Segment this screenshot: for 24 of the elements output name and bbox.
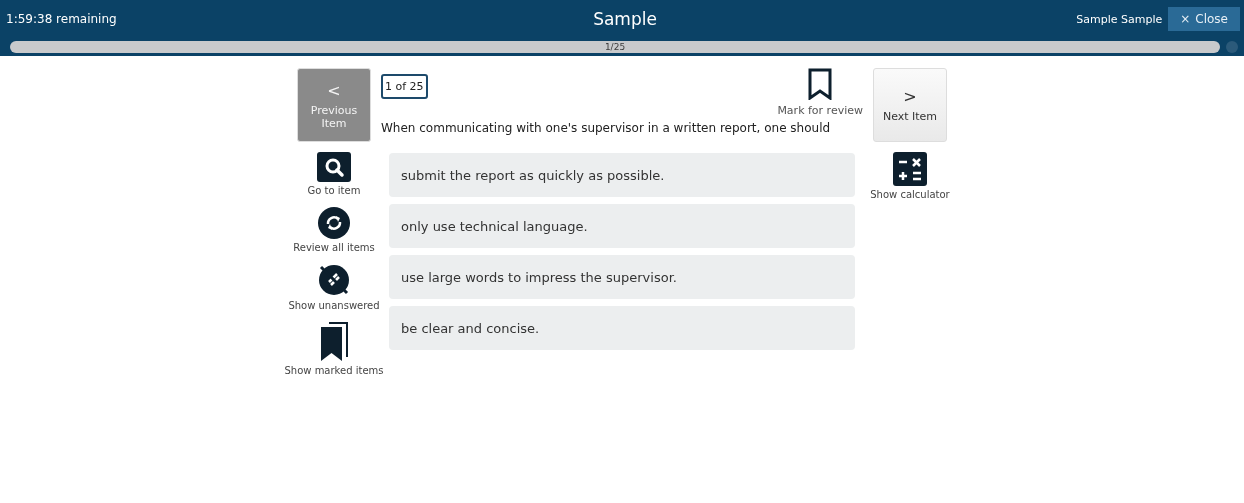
tool-button[interactable]: Review all items xyxy=(293,206,375,253)
bookmarks-icon xyxy=(319,321,349,362)
next-item-button[interactable]: > Next Item xyxy=(873,68,947,142)
time-remaining: 1:59:38 remaining xyxy=(6,12,118,26)
user-name: Sample Sample xyxy=(1076,12,1163,26)
refresh-icon xyxy=(318,206,350,239)
answer-option[interactable]: use large words to impress the supervisor. xyxy=(389,255,855,299)
tool-button[interactable]: Go to item xyxy=(307,152,361,197)
exam-title: Sample xyxy=(593,9,657,29)
question-text: When communicating with one's supervisor in a written report, one should xyxy=(381,121,832,135)
close-button[interactable]: × Close xyxy=(1168,7,1240,31)
answer-option[interactable]: be clear and concise. xyxy=(389,306,855,350)
status-dot xyxy=(1226,41,1238,53)
tool-button[interactable]: Show unanswered xyxy=(288,263,380,312)
answer-option[interactable]: only use technical language. xyxy=(389,204,855,248)
search-icon xyxy=(317,152,351,182)
answer-option[interactable]: submit the report as quickly as possible. xyxy=(389,153,855,197)
crossed-out-icon xyxy=(317,263,351,297)
item-counter: 1 of 25 xyxy=(381,74,428,99)
calculator-button[interactable]: Show calculator xyxy=(870,152,950,201)
tool-button[interactable]: Show marked items xyxy=(284,321,384,376)
bookmark-icon xyxy=(808,68,833,100)
calculator-icon xyxy=(893,152,927,186)
mark-for-review-button[interactable]: Mark for review xyxy=(777,68,863,117)
